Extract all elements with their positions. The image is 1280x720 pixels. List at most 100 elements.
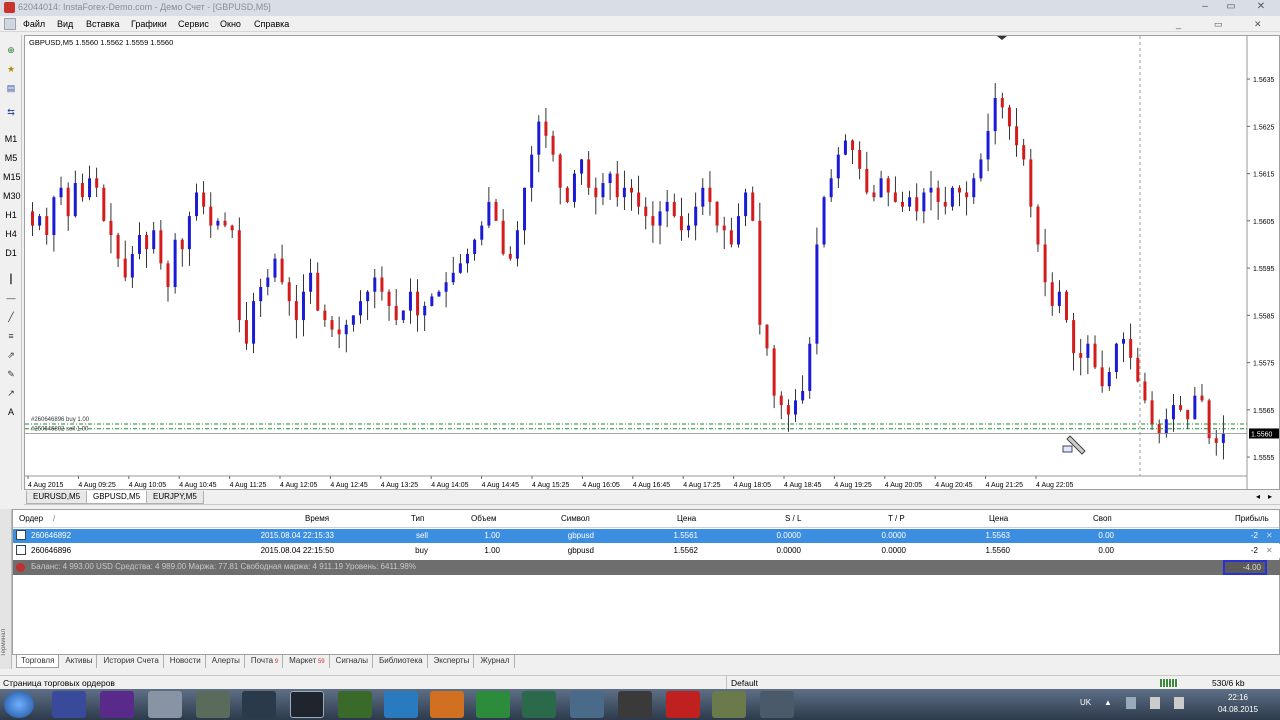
terminal-tab[interactable]: История Счета [99, 655, 164, 668]
taskbar-app-3-icon[interactable] [148, 691, 182, 718]
status-profile: Default [731, 678, 758, 688]
menu-charts[interactable]: Графики [131, 19, 167, 29]
timeframe-d1[interactable]: D1 [3, 245, 19, 261]
timeframe-h1[interactable]: H1 [3, 207, 19, 223]
candle-body [601, 183, 605, 198]
taskbar-firefox-icon[interactable] [430, 691, 464, 718]
text-tool-icon[interactable]: A [3, 404, 19, 420]
taskbar-app-8-icon[interactable] [384, 691, 418, 718]
tab-scroll-left-icon[interactable]: ◂ [1256, 492, 1260, 501]
minimize-button[interactable]: – [1192, 1, 1218, 14]
timeframe-m1[interactable]: M1 [3, 131, 19, 147]
terminal-tab-label: Эксперты [433, 656, 470, 665]
mdi-minimize-button[interactable]: _ [1176, 19, 1181, 29]
order-row[interactable]: 260646892 2015.08.04 22:15:33 sell 1.00 … [13, 529, 1280, 543]
terminal-tab[interactable]: Эксперты [430, 655, 475, 668]
profiles-icon[interactable]: ★ [3, 60, 19, 76]
tray-arrow-icon[interactable]: ▲ [1104, 698, 1112, 707]
terminal-side-strip[interactable]: Терминал [0, 509, 12, 669]
menu-tools[interactable]: Сервис [178, 19, 209, 29]
taskbar-app-2-icon[interactable] [100, 691, 134, 718]
chart-tab-gbpusd[interactable]: GBPUSD,M5 [86, 491, 148, 504]
candle-body [779, 395, 783, 406]
taskbar-app-12-icon[interactable] [570, 691, 604, 718]
order-price: 1.5562 [673, 546, 698, 555]
col-symbol[interactable]: Символ [561, 514, 590, 523]
col-swap[interactable]: Своп [1093, 514, 1112, 523]
chart-window[interactable]: 1.5635 1.5625 1.5615 1.5605 1.5595 1.5585 1.55… [24, 35, 1280, 491]
maximize-button[interactable]: ▭ [1218, 1, 1244, 14]
pen-icon[interactable]: ✎ [3, 366, 19, 382]
order-row[interactable]: 260646896 2015.08.04 22:15:50 buy 1.00 g… [13, 544, 1280, 558]
terminal-tab[interactable]: Маркет 59 [285, 655, 330, 668]
col-tp[interactable]: T / P [888, 514, 905, 523]
language-indicator[interactable]: UK [1080, 698, 1091, 707]
cursor-icon[interactable]: ┃ [3, 271, 19, 287]
terminal-tab[interactable]: Торговля [16, 655, 60, 668]
new-chart-icon[interactable]: ⊕ [3, 41, 19, 57]
col-order[interactable]: Ордер [19, 514, 43, 523]
mdi-close-button[interactable]: ✕ [1254, 19, 1262, 30]
col-time[interactable]: Время [305, 514, 329, 523]
candle-body [294, 301, 298, 321]
taskbar-app-6-icon[interactable] [290, 691, 324, 718]
timeframe-m5[interactable]: M5 [3, 150, 19, 166]
terminal-tab[interactable]: Активы [61, 655, 98, 668]
menu-insert[interactable]: Вставка [86, 19, 119, 29]
taskbar-app-7-icon[interactable] [338, 691, 372, 718]
taskbar-chrome-icon[interactable] [476, 691, 510, 718]
order-volume: 1.00 [484, 546, 500, 555]
taskbar-app-1-icon[interactable] [52, 691, 86, 718]
close-order-icon[interactable]: ✕ [1266, 531, 1273, 540]
mdi-restore-button[interactable]: ▭ [1214, 19, 1223, 30]
menu-help[interactable]: Справка [254, 19, 289, 29]
tray-clock[interactable]: 22:16 04.08.2015 [1218, 692, 1258, 716]
col-type[interactable]: Тип [411, 514, 424, 523]
menu-view[interactable]: Вид [57, 19, 73, 29]
trendline-icon[interactable]: ╱ [3, 309, 19, 325]
taskbar-app-11-icon[interactable] [522, 691, 556, 718]
terminal-tab[interactable]: Почта 9 [247, 655, 284, 668]
candle-body [687, 225, 691, 231]
fibonacci-icon[interactable]: ⇗ [3, 347, 19, 363]
tray-volume-icon[interactable] [1174, 697, 1184, 709]
terminal-tab[interactable]: Журнал [476, 655, 515, 668]
candlestick-chart[interactable]: 1.5635 1.5625 1.5615 1.5605 1.5595 1.5585 1.55… [25, 36, 1280, 491]
col-current-price[interactable]: Цена [989, 514, 1008, 523]
candle-body [658, 211, 662, 226]
col-sl[interactable]: S / L [785, 514, 801, 523]
taskbar-app-4-icon[interactable] [196, 691, 230, 718]
timeframe-m30[interactable]: M30 [3, 188, 21, 204]
tab-scroll-right-icon[interactable]: ▸ [1268, 492, 1272, 501]
channel-icon[interactable]: ≡ [3, 328, 19, 344]
terminal-tab[interactable]: Сигналы [332, 655, 374, 668]
tray-flag-icon[interactable] [1126, 697, 1136, 709]
market-watch-icon[interactable]: ▤ [3, 79, 19, 95]
sort-icon[interactable]: / [53, 514, 55, 523]
menu-file[interactable]: Файл [23, 19, 45, 29]
horizontal-line-icon[interactable]: — [3, 290, 19, 306]
arrow-icon[interactable]: ↗ [3, 385, 19, 401]
terminal-tab[interactable]: Алерты [208, 655, 245, 668]
chart-tab-eurjpy[interactable]: EURJPY,M5 [146, 491, 204, 504]
taskbar-app-13-icon[interactable] [618, 691, 652, 718]
col-price[interactable]: Цена [677, 514, 696, 523]
start-button[interactable] [4, 691, 34, 718]
menu-window[interactable]: Окно [220, 19, 241, 29]
terminal-tab[interactable]: Новости [166, 655, 206, 668]
menu-bar: Файл Вид Вставка Графики Сервис Окно Спр… [0, 16, 1280, 32]
col-volume[interactable]: Объем [471, 514, 497, 523]
taskbar-app-15-icon[interactable] [712, 691, 746, 718]
chart-tab-eurusd[interactable]: EURUSD,M5 [26, 491, 88, 504]
terminal-tab[interactable]: Библиотека [375, 655, 428, 668]
taskbar-terminal-icon[interactable] [666, 691, 700, 718]
col-profit[interactable]: Прибыль [1235, 514, 1269, 523]
navigator-icon[interactable]: ⇆ [3, 103, 19, 119]
taskbar-app-16-icon[interactable] [760, 691, 794, 718]
tray-network-icon[interactable] [1150, 697, 1160, 709]
close-order-icon[interactable]: ✕ [1266, 546, 1273, 555]
taskbar-app-5-icon[interactable] [242, 691, 276, 718]
close-button[interactable]: ✕ [1248, 1, 1274, 14]
timeframe-m15[interactable]: M15 [3, 169, 21, 185]
timeframe-h4[interactable]: H4 [3, 226, 19, 242]
